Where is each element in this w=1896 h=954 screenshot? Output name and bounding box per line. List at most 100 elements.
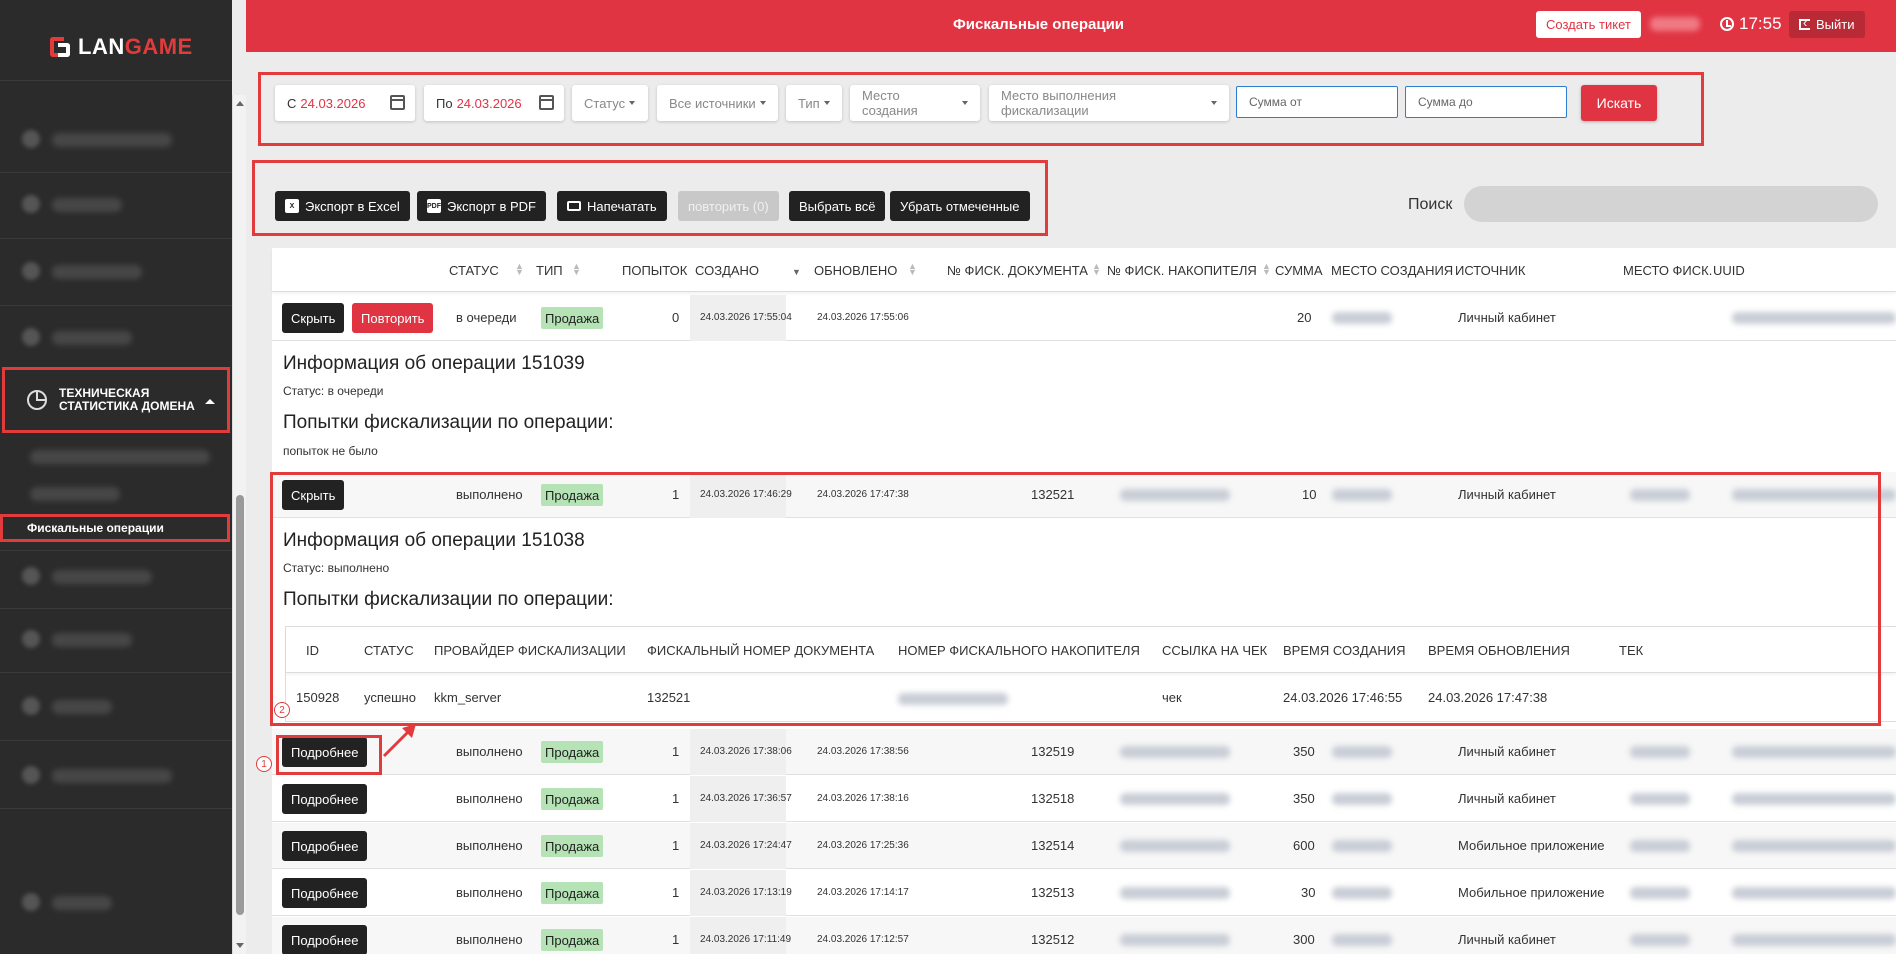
type-badge: Продажа [541,929,604,951]
blurred-value [1332,934,1392,946]
sources-dropdown[interactable]: Все источники [657,85,778,121]
sidebar-item-blurred[interactable] [52,265,142,279]
status-dropdown[interactable]: Статус [572,85,648,121]
sort-icon[interactable]: ▲ ▼ [572,262,581,277]
hide-button[interactable]: Скрыть [282,303,345,333]
repeat-button[interactable]: повторить (0) [678,191,779,221]
sidebar-divider [0,305,232,306]
sidebar-item-blurred[interactable] [52,896,112,910]
search-input[interactable] [1464,186,1878,222]
sidebar-subitem-blurred[interactable] [30,487,120,501]
select-all-button[interactable]: Выбрать всё [789,191,886,221]
details-button[interactable]: Подробнее [282,831,368,861]
creation-place-dropdown[interactable]: Место создания [850,85,980,121]
fiscal-place-dropdown[interactable]: Место выполнения фискализации [989,85,1229,121]
row-source: Личный кабинет [1458,310,1556,325]
col-attempts[interactable]: Попыток [622,263,687,278]
details-button[interactable]: Подробнее [282,925,368,954]
chevron-down-icon [1211,101,1217,105]
col-fisc-storage[interactable]: № фиск. накопителя [1107,263,1257,278]
logo-icon [50,35,72,59]
create-ticket-button[interactable]: Создать тикет [1536,11,1641,38]
export-excel-button[interactable]: X Экспорт в Excel [275,191,410,221]
printer-icon [567,201,581,211]
col-fisc-place[interactable]: Место фиск. [1623,263,1712,278]
logout-button[interactable]: Выйти [1789,11,1865,38]
col-created[interactable]: Создано [695,263,759,278]
calendar-icon[interactable] [539,95,554,110]
sum-to-input[interactable] [1405,86,1567,118]
sort-icon[interactable]: ▲ ▼ [908,262,917,277]
sidebar-item-blurred[interactable] [52,570,152,584]
select-all-label: Выбрать всё [799,198,876,214]
col-updated[interactable]: Обновлено [814,263,897,278]
logout-label: Выйти [1816,17,1855,32]
logout-icon [1799,15,1810,30]
sort-icon[interactable]: ▲ ▼ [1092,262,1101,277]
details-button[interactable]: Подробнее [282,878,368,908]
table-row[interactable]: Подробнее выполнено Продажа 1 24.03.2026… [272,776,1896,822]
sidebar-item-blurred[interactable] [52,633,132,647]
sidebar-subitem-label: Фискальные операции [27,521,164,535]
scrollbar-thumb[interactable] [236,495,244,915]
row-attempts: 0 [672,310,680,325]
table-row[interactable]: Подробнее выполнено Продажа 1 24.03.2026… [272,729,1896,775]
unselect-button[interactable]: Убрать отмеченные [890,191,1030,221]
col-fisc-doc[interactable]: № фиск. документа [947,263,1088,278]
sidebar-item-blurred[interactable] [52,133,172,147]
row-updated: 24.03.2026 17:38:56 [817,746,909,757]
row-sum: 30 [1301,885,1316,900]
sort-desc-icon[interactable]: ▼ [792,263,801,277]
sidebar-item-blurred[interactable] [52,769,172,783]
row-updated: 24.03.2026 17:25:36 [817,840,909,851]
sidebar-item-blurred[interactable] [52,331,132,345]
sidebar-divider [0,808,232,809]
row-fisc-doc: 132519 [1031,744,1075,759]
row-sum: 600 [1293,838,1315,853]
row-fisc-doc: 132514 [1031,838,1075,853]
col-source[interactable]: Источник [1455,263,1525,278]
search-button[interactable]: Искать [1581,85,1657,121]
chevron-down-icon [629,101,636,105]
arrow-line [382,728,412,758]
sum-from-input[interactable] [1236,86,1398,118]
calendar-icon[interactable] [390,95,405,110]
sort-icon[interactable]: ▲ ▼ [1262,262,1271,277]
creation-place-dropdown-label: Место создания [862,88,918,118]
print-button[interactable]: Напечатать [557,191,667,221]
sort-icon[interactable]: ▲ ▼ [515,262,524,277]
col-sum[interactable]: Сумма [1275,263,1323,278]
export-pdf-button[interactable]: PDF Экспорт в PDF [417,191,546,221]
row-sum: 300 [1293,932,1315,947]
table-row[interactable]: Скрыть Повторить в очереди Продажа 0 24.… [272,295,1896,341]
table-row[interactable]: Подробнее выполнено Продажа 1 24.03.2026… [272,823,1896,869]
header: Фискальные операции Создать тикет 17:55 … [246,0,1896,52]
type-dropdown[interactable]: Тип [786,85,842,121]
sidebar-divider [0,80,232,81]
sidebar-subitem-fiscal-ops[interactable]: Фискальные операции [0,514,230,542]
sidebar-subitem-blurred[interactable] [30,450,210,464]
pie-chart-icon [27,390,47,410]
date-to-picker[interactable]: По 24.03.2026 [424,85,564,121]
row-fisc-doc: 132518 [1031,791,1075,806]
blurred-value [1732,793,1896,805]
scroll-down-icon[interactable] [236,943,244,948]
sidebar-item-blurred[interactable] [52,700,112,714]
date-from-picker[interactable]: С 24.03.2026 [275,85,415,121]
sidebar-scrollbar[interactable] [232,95,246,954]
table-row[interactable]: Подробнее выполнено Продажа 1 24.03.2026… [272,870,1896,916]
col-status[interactable]: Статус [449,263,499,278]
sidebar-item-blurred[interactable] [52,198,122,212]
scroll-up-icon[interactable] [236,101,244,106]
print-label: Напечатать [587,198,657,214]
col-type[interactable]: Тип [536,263,563,278]
details-button[interactable]: Подробнее [282,784,368,814]
col-uuid[interactable]: UUID [1713,263,1745,278]
row-source: Личный кабинет [1458,791,1556,806]
logo[interactable]: LANGAME [50,32,193,62]
sidebar-item-tech-stats[interactable]: ТЕХНИЧЕСКАЯ СТАТИСТИКА ДОМЕНА [2,367,230,433]
table-row[interactable]: Подробнее выполнено Продажа 1 24.03.2026… [272,917,1896,954]
row-sum: 20 [1297,310,1312,325]
retry-button[interactable]: Повторить [352,303,434,333]
col-creation-place[interactable]: Место создания [1331,263,1453,278]
